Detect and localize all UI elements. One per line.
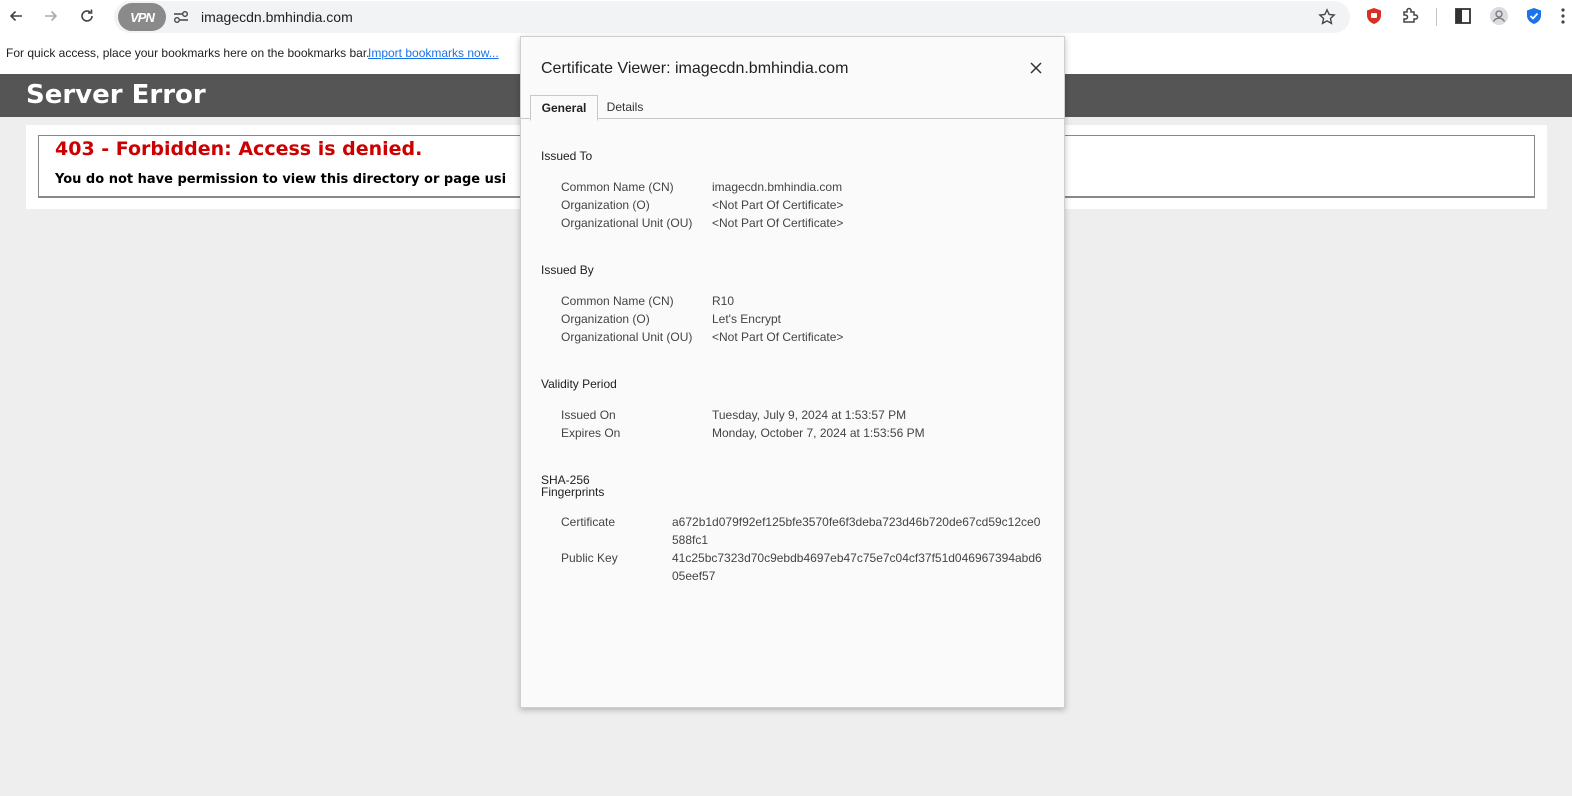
- tab-general[interactable]: General: [530, 95, 598, 121]
- section-fingerprints-line2: Fingerprints: [541, 485, 605, 499]
- vpn-label: VPN: [130, 9, 155, 25]
- arrow-left-icon: [9, 10, 22, 22]
- close-button[interactable]: [1027, 59, 1045, 77]
- section-validity: Validity Period: [541, 377, 617, 391]
- avatar-icon: [1490, 7, 1508, 25]
- toolbar-separator: [1436, 8, 1437, 26]
- extensions-button[interactable]: [1400, 6, 1420, 26]
- issued-to-ou-label: Organizational Unit (OU): [561, 216, 693, 230]
- issued-by-cn-label: Common Name (CN): [561, 294, 674, 308]
- security-extension-button[interactable]: [1524, 6, 1544, 26]
- issued-on-value: Tuesday, July 9, 2024 at 1:53:57 PM: [712, 408, 907, 422]
- kebab-menu-icon: [1561, 8, 1565, 24]
- issued-by-ou-value: <Not Part Of Certificate>: [712, 330, 844, 344]
- page-title: Server Error: [26, 80, 206, 110]
- section-issued-by: Issued By: [541, 263, 594, 277]
- import-bookmarks-link[interactable]: Import bookmarks now...: [368, 46, 499, 60]
- issued-to-o-value: <Not Part Of Certificate>: [712, 198, 844, 212]
- tab-details[interactable]: Details: [605, 95, 645, 118]
- issued-by-ou-label: Organizational Unit (OU): [561, 330, 693, 344]
- bookmark-star-icon[interactable]: [1318, 8, 1336, 26]
- issued-to-cn-label: Common Name (CN): [561, 180, 674, 194]
- pubkey-fingerprint-value: 41c25bc7323d70c9ebdb4697eb47c75e7c04cf37…: [672, 551, 1042, 583]
- tab-general-label: General: [541, 101, 587, 115]
- back-button[interactable]: [3, 4, 29, 28]
- reload-icon: [81, 9, 93, 22]
- forward-button[interactable]: [38, 4, 64, 28]
- side-panel-icon: [1455, 8, 1471, 24]
- reload-button[interactable]: [74, 4, 100, 28]
- issued-to-cn-value: imagecdn.bmhindia.com: [712, 180, 843, 194]
- certificate-viewer-dialog: Certificate Viewer: imagecdn.bmhindia.co…: [520, 36, 1065, 708]
- extension-shield-button[interactable]: [1364, 6, 1384, 26]
- close-icon: [1030, 62, 1042, 74]
- tabs-divider: [521, 118, 1064, 119]
- vpn-button[interactable]: VPN: [118, 3, 166, 31]
- cert-fingerprint-label: Certificate: [561, 515, 616, 529]
- error-message: You do not have permission to view this …: [55, 172, 507, 187]
- dialog-title: Certificate Viewer: imagecdn.bmhindia.co…: [541, 60, 849, 77]
- arrow-right-icon: [45, 10, 58, 22]
- error-title: 403 - Forbidden: Access is denied.: [55, 138, 423, 160]
- profile-button[interactable]: [1489, 6, 1509, 26]
- section-issued-to: Issued To: [541, 149, 593, 163]
- pubkey-fingerprint-label: Public Key: [561, 551, 618, 565]
- issued-on-label: Issued On: [561, 408, 616, 422]
- tune-icon: [174, 11, 188, 23]
- issued-by-o-label: Organization (O): [561, 312, 650, 326]
- issued-by-o-value: Let's Encrypt: [712, 312, 781, 326]
- address-bar[interactable]: VPN imagecdn.bmhindia.com: [114, 1, 1350, 33]
- url-text[interactable]: imagecdn.bmhindia.com: [201, 9, 353, 25]
- issued-to-ou-value: <Not Part Of Certificate>: [712, 216, 844, 230]
- tab-details-label: Details: [606, 99, 644, 114]
- browser-toolbar: VPN imagecdn.bmhindia.com: [0, 0, 1572, 33]
- issued-to-o-label: Organization (O): [561, 198, 650, 212]
- expires-on-label: Expires On: [561, 426, 621, 440]
- menu-button[interactable]: [1556, 6, 1570, 26]
- bookmarks-hint: For quick access, place your bookmarks h…: [6, 46, 370, 60]
- site-info-button[interactable]: [170, 8, 192, 26]
- blue-shield-check-icon: [1527, 8, 1541, 24]
- issued-by-cn-value: R10: [712, 294, 735, 308]
- expires-on-value: Monday, October 7, 2024 at 1:53:56 PM: [712, 426, 925, 440]
- side-panel-button[interactable]: [1453, 6, 1473, 26]
- red-shield-icon: [1367, 8, 1381, 24]
- cert-fingerprint-value: a672b1d079f92ef125bfe3570fe6f3deba723d46…: [672, 515, 1041, 547]
- puzzle-icon: [1403, 7, 1419, 23]
